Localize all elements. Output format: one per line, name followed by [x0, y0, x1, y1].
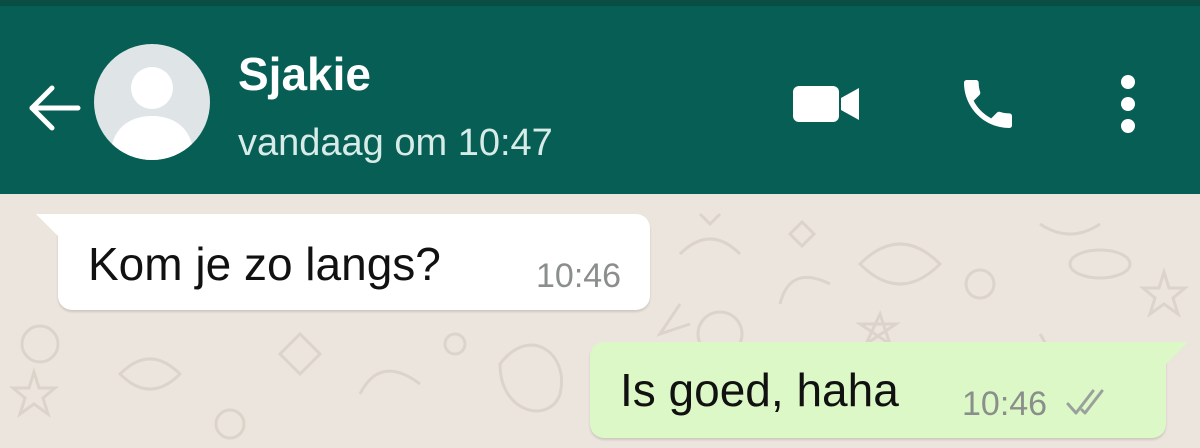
phone-icon [964, 80, 1012, 128]
message-timestamp: 10:46 [962, 385, 1048, 423]
back-button[interactable] [22, 76, 86, 140]
contact-name[interactable]: Sjakie [238, 46, 371, 102]
double-check-icon [1066, 389, 1104, 415]
chat-header: Sjakie vandaag om 10:47 [0, 6, 1200, 194]
more-vertical-icon [1121, 75, 1135, 133]
contact-avatar[interactable] [94, 44, 210, 160]
message-text: Is goed, haha [620, 364, 899, 416]
bubble-tail [36, 214, 60, 238]
message-text: Kom je zo langs? [88, 238, 441, 290]
chat-area[interactable]: Kom je zo langs? 10:46 Is goed, haha 10:… [0, 194, 1200, 448]
default-avatar-icon [110, 67, 194, 160]
outgoing-message-bubble[interactable]: Is goed, haha 10:46 [590, 342, 1188, 438]
last-seen-status: vandaag om 10:47 [238, 122, 553, 164]
video-call-button[interactable] [784, 68, 868, 140]
more-options-button[interactable] [1100, 68, 1156, 140]
voice-call-button[interactable] [948, 68, 1028, 140]
message-timestamp: 10:46 [536, 257, 622, 295]
incoming-message-bubble[interactable]: Kom je zo langs? 10:46 [36, 214, 650, 310]
arrow-left-icon [29, 85, 81, 131]
video-camera-icon [793, 86, 859, 122]
bubble-tail [1164, 342, 1188, 366]
